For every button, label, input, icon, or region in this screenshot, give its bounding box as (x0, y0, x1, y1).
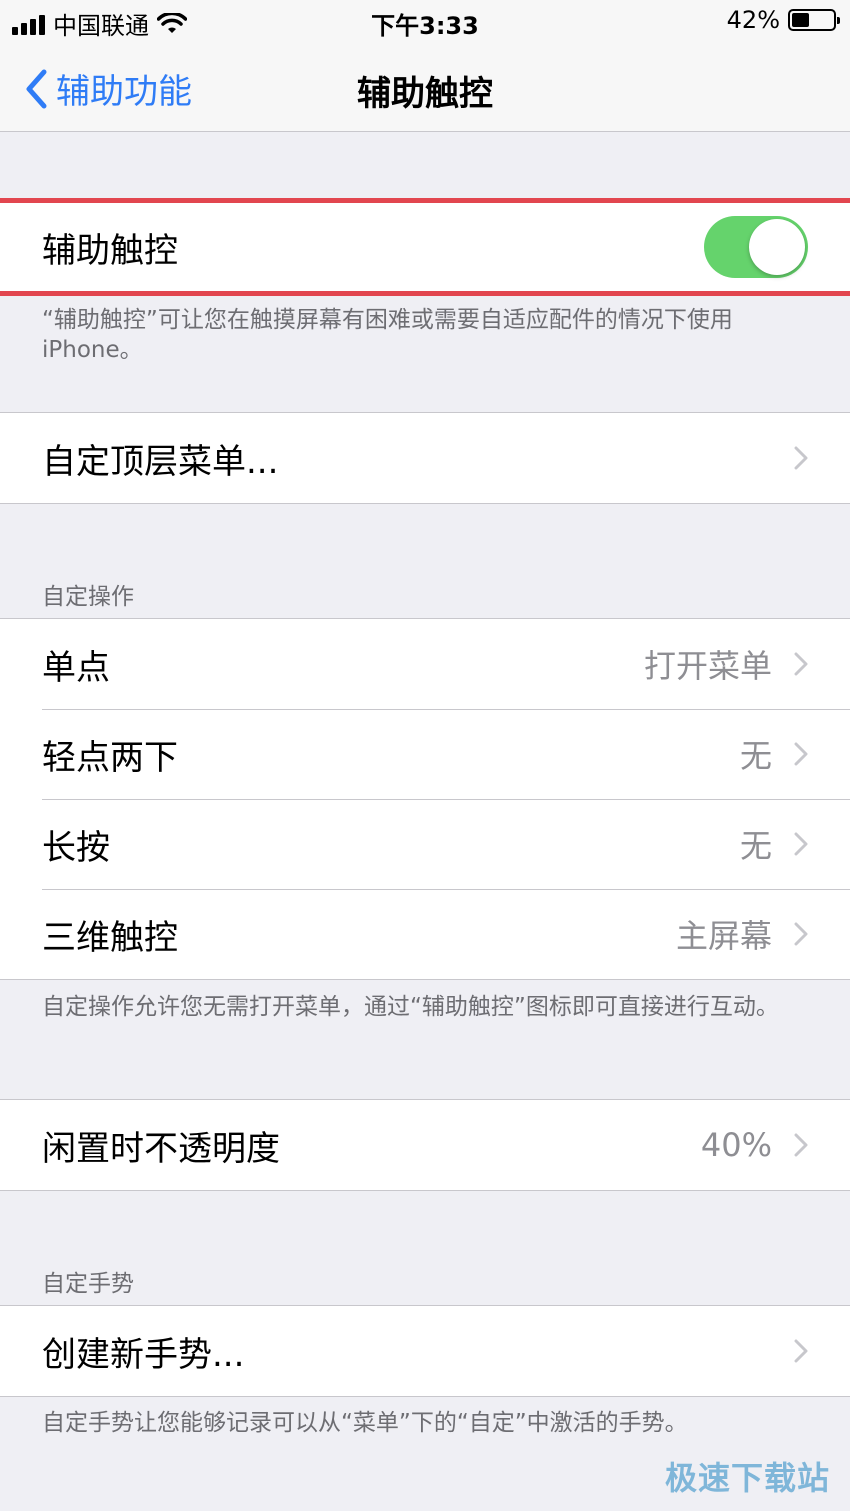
chevron-right-icon (794, 922, 808, 946)
customize-top-menu-label: 自定顶层菜单... (42, 441, 279, 482)
idle-opacity-value: 40% (700, 1126, 772, 1164)
status-time: 下午3:33 (371, 12, 479, 40)
chevron-right-icon (794, 446, 808, 470)
status-bar: 中国联通 下午3:33 42% (0, 0, 850, 44)
top-menu-group: 自定顶层菜单... (0, 412, 850, 504)
chevron-right-icon (794, 1339, 808, 1363)
assistive-touch-label: 辅助触控 (42, 230, 178, 271)
customize-top-menu-row[interactable]: 自定顶层菜单... (0, 413, 850, 503)
assistive-touch-switch[interactable] (704, 216, 808, 278)
idle-opacity-group: 闲置时不透明度 40% (0, 1099, 850, 1191)
row-value: 打开菜单 (643, 647, 772, 685)
long-press-row[interactable]: 长按 无 (0, 799, 850, 889)
row-value: 主屏幕 (675, 917, 772, 955)
navigation-bar: 辅助功能 辅助触控 (0, 44, 850, 132)
row-label: 单点 (42, 647, 110, 688)
row-label: 三维触控 (42, 917, 178, 958)
double-tap-row[interactable]: 轻点两下 无 (0, 709, 850, 799)
idle-opacity-label: 闲置时不透明度 (42, 1128, 280, 1169)
custom-gestures-group: 创建新手势... (0, 1305, 850, 1397)
assistive-touch-footer: “辅助触控”可让您在触摸屏幕有困难或需要自适应配件的情况下使用 iPhone。 (42, 307, 733, 363)
custom-actions-header: 自定操作 (42, 584, 134, 610)
switch-knob (749, 219, 805, 275)
battery-fill (792, 13, 809, 27)
chevron-right-icon (794, 832, 808, 856)
single-tap-row[interactable]: 单点 打开菜单 (0, 619, 850, 709)
chevron-right-icon (794, 1133, 808, 1157)
assistive-touch-row: 辅助触控 (0, 203, 850, 291)
create-gesture-label: 创建新手势... (42, 1334, 245, 1375)
3d-touch-row[interactable]: 三维触控 主屏幕 (0, 889, 850, 979)
battery-icon (788, 9, 840, 31)
row-label: 长按 (42, 827, 110, 868)
custom-actions-group: 单点 打开菜单 轻点两下 无 长按 无 三维触控 主屏幕 (0, 618, 850, 980)
row-value: 无 (739, 737, 772, 775)
idle-opacity-row[interactable]: 闲置时不透明度 40% (0, 1100, 850, 1190)
chevron-right-icon (794, 742, 808, 766)
assistive-touch-toggle-group: 辅助触控 (0, 198, 850, 296)
chevron-right-icon (794, 652, 808, 676)
custom-actions-footer: 自定操作允许您无需打开菜单，通过“辅助触控”图标即可直接进行互动。 (42, 994, 779, 1020)
watermark: 极速下载站 (664, 1459, 830, 1497)
custom-gestures-footer: 自定手势让您能够记录可以从“菜单”下的“自定”中激活的手势。 (42, 1410, 688, 1436)
page-title: 辅助触控 (357, 74, 493, 114)
create-gesture-row[interactable]: 创建新手势... (0, 1306, 850, 1396)
battery-percent: 42% (726, 6, 780, 34)
row-label: 轻点两下 (42, 737, 178, 778)
custom-gestures-header: 自定手势 (42, 1271, 134, 1297)
row-value: 无 (739, 827, 772, 865)
status-right: 42% (726, 6, 840, 34)
